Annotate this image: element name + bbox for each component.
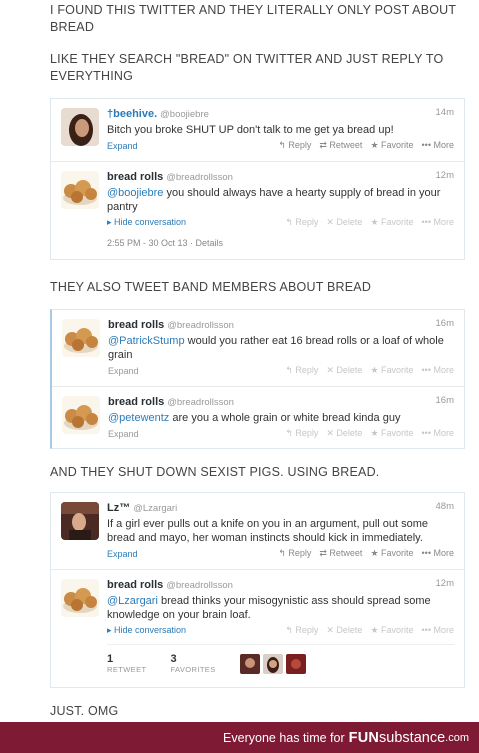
username[interactable]: @breadrollsson — [167, 320, 234, 331]
reply-button[interactable]: ↰ Reply — [278, 548, 311, 559]
expand-link[interactable]: Expand — [108, 429, 139, 439]
favorite-button[interactable]: ★ Favorite — [370, 140, 413, 151]
avatar[interactable] — [61, 171, 99, 209]
expand-link[interactable]: Expand — [108, 366, 139, 376]
tweet-body: are you a whole grain or white bread kin… — [169, 412, 401, 424]
favorite-button[interactable]: ★ Favorite — [370, 365, 413, 376]
more-button[interactable]: ••• More — [422, 217, 454, 228]
tweet-thread-2: bread rolls @breadrollsson 16m @PatrickSt… — [50, 309, 465, 449]
favorite-button[interactable]: ★ Favorite — [370, 548, 413, 559]
display-name[interactable]: bread rolls — [107, 171, 163, 183]
display-name[interactable]: bread rolls — [107, 579, 163, 591]
footer-brand-com: .com — [445, 731, 469, 744]
tweet-text: If a girl ever pulls out a knife on you … — [107, 518, 429, 544]
retweet-count-label: RETWEET — [107, 665, 147, 674]
tweet[interactable]: bread rolls @breadrollsson 16m @PatrickSt… — [52, 310, 464, 386]
favorite-button[interactable]: ★ Favorite — [370, 625, 413, 636]
reply-button[interactable]: ↰ Reply — [285, 625, 318, 636]
avatar[interactable] — [285, 653, 306, 674]
retweet-count-value: 1 — [107, 653, 114, 665]
mention-link[interactable]: @PatrickStump — [108, 335, 185, 347]
display-name[interactable]: †beehive. — [107, 108, 157, 120]
caption-band-members: THEY ALSO TWEET BAND MEMBERS ABOUT BREAD — [50, 280, 372, 294]
username[interactable]: @boojiebre — [160, 109, 209, 120]
timestamp[interactable]: 48m — [436, 501, 454, 512]
username[interactable]: @breadrollsson — [166, 580, 233, 591]
delete-button[interactable]: ✕ Delete — [326, 217, 362, 228]
tweet-thread-3: Lz™ @Lzargari 48m If a girl ever pulls ou… — [50, 492, 465, 688]
username[interactable]: @breadrollsson — [166, 172, 233, 183]
tweet[interactable]: Lz™ @Lzargari 48m If a girl ever pulls ou… — [51, 493, 464, 569]
site-footer-banner[interactable]: Everyone has time for FUN substance .com — [0, 722, 479, 753]
tweet-date-details[interactable]: 2:55 PM - 30 Oct 13 · Details — [107, 238, 454, 248]
delete-button[interactable]: ✕ Delete — [326, 428, 362, 439]
mention-link[interactable]: @Lzargari — [107, 595, 158, 607]
caption-search: LIKE THEY SEARCH "BREAD" ON TWITTER AND … — [50, 52, 444, 83]
avatar[interactable] — [62, 319, 100, 357]
favoriters-avatars — [239, 653, 306, 674]
footer-tagline: Everyone has time for — [223, 730, 345, 745]
tweet-text: @boojiebre you should always have a hear… — [107, 186, 454, 214]
retweet-button[interactable]: ⇄ Retweet — [319, 548, 362, 559]
display-name[interactable]: bread rolls — [108, 319, 164, 331]
reply-button[interactable]: ↰ Reply — [285, 365, 318, 376]
avatar[interactable] — [61, 579, 99, 617]
caption-just-omg: JUST. OMG — [50, 704, 119, 718]
hide-conversation-link[interactable]: ▸ Hide conversation — [107, 625, 186, 636]
expand-link[interactable]: Expand — [107, 549, 138, 559]
avatar[interactable] — [262, 653, 283, 674]
delete-button[interactable]: ✕ Delete — [326, 625, 362, 636]
post-body: I FOUND THIS TWITTER AND THEY LITERALLY … — [0, 0, 479, 722]
mention-link[interactable]: @petewentz — [108, 412, 169, 424]
caption-sexist-pigs: AND THEY SHUT DOWN SEXIST PIGS. USING BR… — [50, 465, 380, 479]
tweet-text: @PatrickStump would you rather eat 16 br… — [108, 334, 454, 362]
avatar[interactable] — [239, 653, 260, 674]
timestamp[interactable]: 12m — [436, 578, 454, 589]
retweet-count[interactable]: 1 RETWEET — [107, 653, 146, 674]
more-button[interactable]: ••• More — [422, 548, 454, 559]
retweet-button[interactable]: ⇄ Retweet — [319, 140, 362, 151]
username[interactable]: @Lzargari — [133, 503, 177, 514]
avatar[interactable] — [61, 502, 99, 540]
favorite-button[interactable]: ★ Favorite — [370, 428, 413, 439]
tweet-text: @petewentz are you a whole grain or whit… — [108, 411, 454, 425]
footer-brand-fun: FUN — [348, 729, 380, 746]
expand-link[interactable]: Expand — [107, 141, 138, 151]
timestamp[interactable]: 12m — [436, 170, 454, 181]
timestamp[interactable]: 16m — [436, 318, 454, 329]
reply-button[interactable]: ↰ Reply — [285, 428, 318, 439]
more-button[interactable]: ••• More — [422, 140, 454, 151]
avatar[interactable] — [61, 108, 99, 146]
display-name[interactable]: Lz™ — [107, 502, 130, 514]
more-button[interactable]: ••• More — [422, 365, 454, 376]
tweet[interactable]: bread rolls @breadrollsson 12m @boojiebre… — [51, 161, 464, 259]
tweet-text: Bitch you broke SHUT UP don't talk to me… — [107, 124, 394, 136]
caption-intro: I FOUND THIS TWITTER AND THEY LITERALLY … — [50, 3, 457, 34]
username[interactable]: @breadrollsson — [167, 397, 234, 408]
reply-button[interactable]: ↰ Reply — [285, 217, 318, 228]
reply-button[interactable]: ↰ Reply — [278, 140, 311, 151]
footer-brand-substance: substance — [379, 729, 446, 746]
tweet-thread-1: †beehive. @boojiebre 14m Bitch you broke … — [50, 98, 465, 260]
tweet[interactable]: †beehive. @boojiebre 14m Bitch you broke … — [51, 99, 464, 161]
timestamp[interactable]: 16m — [436, 395, 454, 406]
avatar[interactable] — [62, 396, 100, 434]
timestamp[interactable]: 14m — [436, 107, 454, 118]
favorite-count[interactable]: 3 FAVORITES — [170, 653, 215, 674]
tweet-stats: 1 RETWEET 3 FAVORITES — [107, 644, 454, 680]
tweet-text: @Lzargari bread thinks your misogynistic… — [107, 594, 454, 622]
tweet[interactable]: bread rolls @breadrollsson 12m @Lzargari … — [51, 569, 464, 687]
hide-conversation-link[interactable]: ▸ Hide conversation — [107, 217, 186, 228]
more-button[interactable]: ••• More — [422, 625, 454, 636]
favorite-count-label: FAVORITES — [170, 665, 216, 674]
favorite-button[interactable]: ★ Favorite — [370, 217, 413, 228]
delete-button[interactable]: ✕ Delete — [326, 365, 362, 376]
favorite-count-value: 3 — [170, 653, 177, 665]
display-name[interactable]: bread rolls — [108, 396, 164, 408]
more-button[interactable]: ••• More — [422, 428, 454, 439]
mention-link[interactable]: @boojiebre — [107, 187, 163, 199]
tweet[interactable]: bread rolls @breadrollsson 16m @petewentz… — [52, 386, 464, 448]
